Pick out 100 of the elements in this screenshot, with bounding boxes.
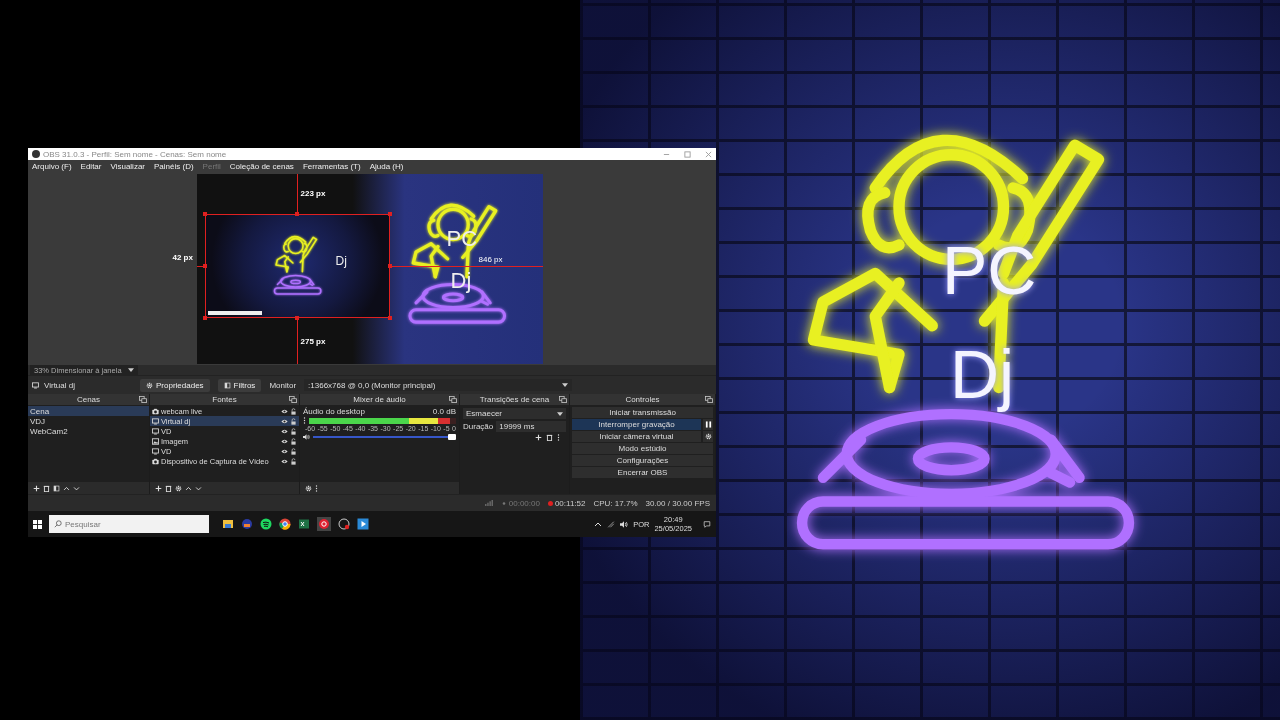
filter-icon[interactable] [53, 484, 60, 492]
measure-label: 275 px [300, 338, 326, 346]
resize-handle[interactable] [202, 212, 207, 216]
undock-icon[interactable] [449, 396, 457, 403]
pause-button[interactable] [703, 419, 713, 430]
dock-header: Fontes [212, 395, 237, 404]
fps-reading: 30.00 / 30.00 FPS [645, 498, 710, 508]
menu-item[interactable]: Ferramentas (T) [302, 162, 361, 171]
virtual-camera-settings-button[interactable] [703, 431, 713, 442]
more-icon[interactable] [557, 434, 560, 441]
lock-icon[interactable] [290, 437, 297, 445]
spreadsheet-icon[interactable] [298, 518, 310, 530]
cpu-usage: CPU: 17.7% [593, 498, 638, 508]
stream-icon [500, 500, 507, 506]
eye-icon[interactable] [281, 407, 288, 415]
move-down-icon[interactable] [195, 484, 202, 492]
caret-icon [557, 411, 563, 416]
undock-icon[interactable] [289, 396, 297, 403]
windows-start-icon[interactable] [33, 519, 42, 529]
player-bar [207, 311, 262, 315]
volume-thumb[interactable] [448, 434, 456, 440]
undock-icon[interactable] [139, 396, 147, 403]
measure-label: 42 px [172, 254, 193, 262]
volume-icon[interactable] [620, 520, 629, 528]
resize-handle[interactable] [202, 316, 207, 320]
eye-icon[interactable] [281, 457, 288, 465]
network-icon[interactable] [607, 520, 616, 528]
add-icon[interactable] [33, 484, 40, 492]
settings-icon[interactable] [175, 484, 182, 492]
lock-icon[interactable] [290, 417, 297, 425]
source-name: Virtual dj [44, 380, 75, 390]
caret-icon [127, 368, 134, 372]
eye-icon[interactable] [281, 417, 288, 425]
control-button[interactable]: Interromper gravação [572, 419, 701, 430]
move-up-icon[interactable] [185, 484, 192, 492]
filters-button[interactable]: Filtros [217, 378, 262, 392]
resize-handle[interactable] [387, 212, 392, 216]
lock-icon[interactable] [290, 447, 297, 455]
trash-icon[interactable] [43, 484, 50, 492]
menu-item[interactable]: Coleção de cenas [229, 162, 294, 171]
monitor-label: Monitor [269, 380, 297, 390]
menu-item[interactable]: Ajuda (H) [369, 162, 404, 171]
browser-icon[interactable] [279, 518, 291, 530]
lock-icon[interactable] [290, 427, 297, 435]
add-icon[interactable] [155, 484, 162, 492]
menu-item[interactable]: Editar [80, 162, 102, 171]
eye-icon[interactable] [281, 447, 288, 455]
menu-item[interactable]: Arquivo (F) [32, 162, 72, 171]
chevron-up-icon[interactable] [594, 520, 603, 528]
control-button[interactable]: Iniciar transmissão [572, 407, 713, 418]
mixer-settings-icon[interactable] [305, 484, 312, 492]
monitor-icon [152, 417, 159, 425]
scene-item[interactable]: VDJ [28, 416, 149, 426]
notification-icon[interactable] [703, 520, 711, 528]
channel-name: Áudio do desktop [303, 407, 365, 416]
gear-icon [146, 381, 153, 389]
eye-icon[interactable] [281, 437, 288, 445]
control-button[interactable]: Configurações [572, 455, 713, 466]
monitor-dropdown[interactable]: :1366x768 @ 0,0 (Monitor principal) [304, 379, 572, 391]
search-field[interactable]: Pesquisar [49, 515, 209, 533]
menu-item[interactable]: Painéis (D) [154, 162, 194, 171]
play-icon[interactable] [357, 518, 369, 530]
resize-handle[interactable] [387, 264, 392, 268]
scene-item[interactable]: Cena [28, 406, 149, 416]
control-button[interactable]: Iniciar câmera virtual [572, 431, 701, 442]
undock-icon[interactable] [559, 396, 567, 403]
monitor-icon [32, 381, 39, 389]
eye-icon[interactable] [281, 427, 288, 435]
move-down-icon[interactable] [73, 484, 80, 492]
move-up-icon[interactable] [63, 484, 70, 492]
more-icon[interactable] [315, 484, 318, 492]
lock-icon[interactable] [290, 457, 297, 465]
control-button[interactable]: Modo estúdio [572, 443, 713, 454]
selected-source-frame[interactable]: Dj [204, 214, 390, 318]
undock-icon[interactable] [705, 396, 713, 403]
scene-item[interactable]: WebCam2 [28, 426, 149, 436]
trash-icon[interactable] [546, 434, 553, 441]
window-title: OBS 31.0.3 - Perfil: Sem nome - Cenas: Sem nome [43, 149, 227, 159]
character-icon[interactable] [241, 518, 253, 530]
lock-icon[interactable] [290, 407, 297, 415]
duration-field[interactable]: 19999 ms [496, 421, 566, 432]
search-icon [54, 520, 62, 528]
menu-item[interactable]: Visualizar [110, 162, 145, 171]
folder-icon[interactable] [222, 518, 234, 530]
caret-icon [562, 383, 568, 387]
more-icon[interactable] [303, 417, 306, 424]
measure-label: 846 px [478, 256, 503, 264]
add-icon[interactable] [535, 434, 542, 441]
trash-icon[interactable] [165, 484, 172, 492]
recorder-icon[interactable] [317, 517, 331, 531]
music-app-icon[interactable] [260, 518, 272, 530]
filter-icon [223, 381, 231, 389]
recording-time: 00:11:52 [554, 498, 586, 508]
app-icon [32, 150, 40, 158]
speaker-icon[interactable] [303, 434, 310, 440]
recorder-icon[interactable] [338, 518, 350, 530]
transition-dropdown[interactable]: Esmaecer [463, 408, 566, 419]
control-button[interactable]: Encerrar OBS [572, 467, 713, 478]
properties-button[interactable]: Propriedades [140, 378, 210, 392]
resize-handle[interactable] [387, 316, 392, 320]
